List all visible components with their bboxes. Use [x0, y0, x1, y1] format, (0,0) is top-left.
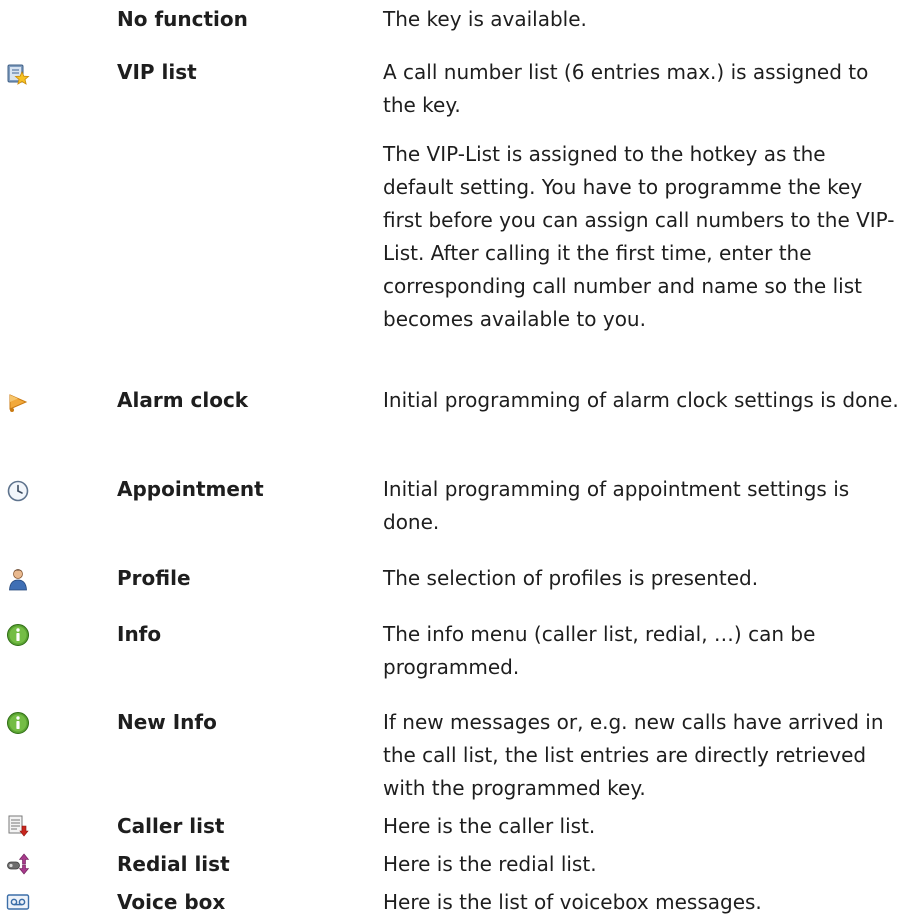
caller-list-icon: [6, 814, 30, 838]
function-name: Caller list: [117, 814, 225, 838]
function-description: The info menu (caller list, redial, …) c…: [383, 622, 816, 679]
function-description: Here is the list of voicebox messages.: [383, 890, 762, 914]
info-icon: [6, 711, 30, 735]
alarm-bell-icon: [6, 390, 30, 414]
function-name: Voice box: [117, 890, 226, 914]
function-description: If new messages or, e.g. new calls have …: [383, 710, 884, 800]
function-description: Initial programming of alarm clock setti…: [383, 388, 899, 412]
function-name: VIP list: [117, 60, 197, 84]
profile-person-icon: [6, 567, 30, 591]
function-name: Profile: [117, 566, 191, 590]
function-name: Redial list: [117, 852, 230, 876]
function-name: Appointment: [117, 477, 264, 501]
clock-icon: [6, 479, 30, 503]
function-description: A call number list (6 entries max.) is a…: [383, 60, 895, 331]
voicebox-icon: [6, 890, 30, 914]
function-name: Alarm clock: [117, 388, 249, 412]
function-name: New Info: [117, 710, 217, 734]
info-icon: [6, 623, 30, 647]
function-description: Here is the redial list.: [383, 852, 597, 876]
function-name: Info: [117, 622, 162, 646]
function-description: The key is available.: [383, 7, 587, 31]
redial-list-icon: [6, 852, 30, 876]
function-name: No function: [117, 7, 248, 31]
function-description: Here is the caller list.: [383, 814, 596, 838]
vip-list-icon: [6, 62, 30, 86]
function-description: Initial programming of appointment setti…: [383, 477, 850, 534]
function-description: The selection of profiles is presented.: [383, 566, 759, 590]
